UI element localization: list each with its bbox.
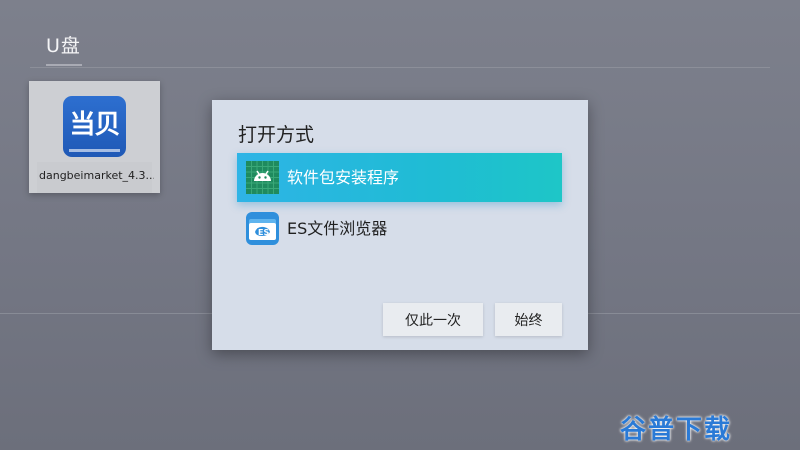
dangbei-app-icon: 当贝 [63,96,126,157]
es-file-explorer-icon: ES [246,212,279,245]
just-once-button[interactable]: 仅此一次 [383,303,483,336]
file-name: dangbeimarket_4.3... [39,169,154,182]
svg-text:ES: ES [258,228,269,237]
option-es-file-explorer[interactable]: ES ES文件浏览器 [237,204,562,253]
header-tab-indicator [46,64,82,66]
faint-divider [588,313,800,314]
open-with-dialog: 打开方式 软件包安装程序 ES ES文件浏览器 仅此一次 始终 [212,100,588,350]
option-label: ES文件浏览器 [287,219,388,238]
header-title: U盘 [46,35,81,57]
watermark-text: 谷普下载 [620,415,733,445]
option-label: 软件包安装程序 [287,168,400,187]
file-tile[interactable]: 当贝 dangbeimarket_4.3... [29,81,160,193]
header-divider [30,67,770,68]
android-icon [246,161,279,194]
dialog-title: 打开方式 [238,124,315,146]
dangbei-logo-subline [69,149,120,152]
option-package-installer[interactable]: 软件包安装程序 [237,153,562,202]
dangbei-logo-text: 当贝 [69,110,120,140]
always-button[interactable]: 始终 [495,303,562,336]
faint-divider [0,313,212,314]
